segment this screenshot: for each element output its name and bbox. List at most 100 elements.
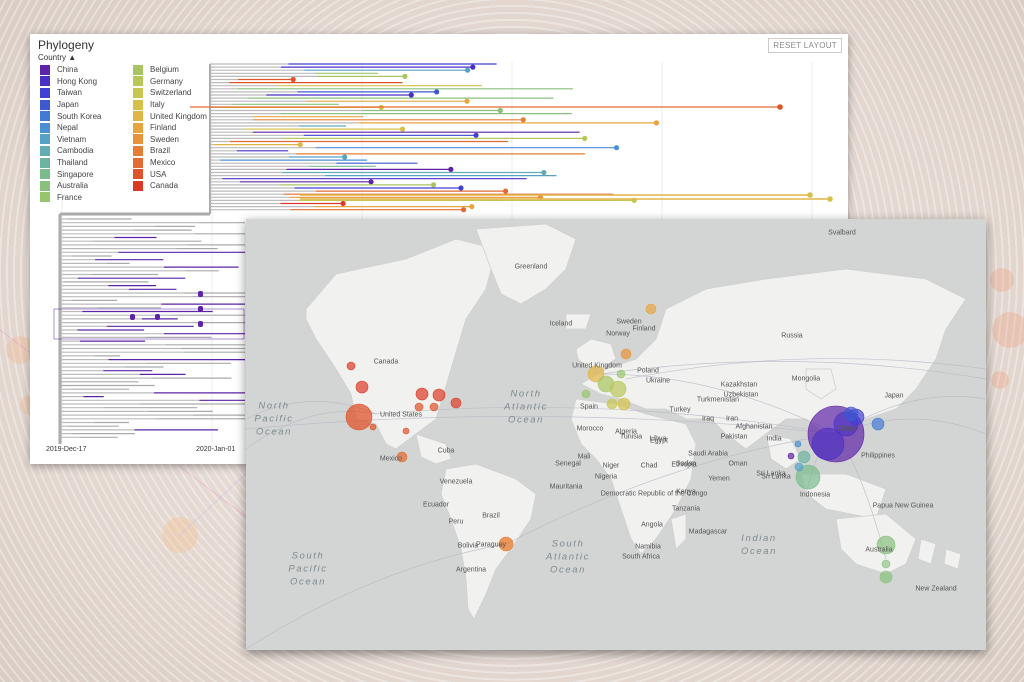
tip-node [297, 142, 303, 148]
map-label: Yemen [708, 475, 730, 483]
map-label: Sri Lanka [756, 470, 786, 478]
country-bubble [797, 450, 811, 464]
legend-swatch [40, 76, 50, 87]
tip-node [827, 196, 833, 202]
legend-item[interactable]: Germany [133, 76, 207, 88]
country-bubble [787, 452, 795, 460]
map-label: China [836, 425, 856, 433]
legend-swatch [40, 87, 50, 98]
legend-item[interactable]: South Korea [40, 110, 101, 122]
tip-node [470, 64, 476, 70]
legend-swatch [40, 180, 50, 191]
legend-swatch [133, 99, 143, 110]
map-label: Mali [577, 453, 591, 461]
legend-column-1: China Hong Kong Taiwan Japan South Korea Nepa… [40, 64, 101, 203]
legend-item[interactable]: Thailand [40, 157, 101, 169]
legend-item[interactable]: Nepal [40, 122, 101, 134]
tip-node [399, 126, 406, 132]
tip-node [473, 132, 479, 138]
legend-swatch [40, 169, 50, 180]
map-label: Iraq [701, 415, 715, 423]
map-label: Ethiopia [671, 461, 697, 469]
legend-label: China [57, 65, 78, 75]
legend-swatch [40, 157, 50, 168]
legend-item[interactable]: USA [133, 168, 207, 180]
legend-swatch [133, 134, 143, 145]
country-bubble [794, 462, 804, 472]
tip-node [520, 117, 526, 123]
legend-swatch [133, 111, 143, 122]
legend-item[interactable]: Hong Kong [40, 76, 101, 88]
reset-layout-button[interactable]: RESET LAYOUT [768, 38, 842, 53]
legend-label: Germany [150, 76, 183, 86]
country-bubble [355, 380, 369, 394]
tip-node [464, 98, 470, 104]
legend-item[interactable]: Finland [133, 122, 207, 134]
map-label: Afghanistan [735, 423, 773, 431]
tip-node [458, 185, 464, 191]
map-label: Angola [641, 521, 663, 529]
tip-node [582, 135, 588, 141]
legend-label: Cambodia [57, 146, 94, 156]
tip-node [502, 188, 509, 194]
legend-item[interactable]: France [40, 192, 101, 204]
color-by-toggle[interactable]: Country ▲ [38, 53, 76, 62]
legend-item[interactable]: Italy [133, 99, 207, 111]
legend-item[interactable]: Japan [40, 99, 101, 111]
country-bubble [617, 397, 631, 411]
ocean-label: South Pacific Ocean [288, 550, 328, 588]
map-label: Brazil [482, 512, 500, 520]
legend-swatch [133, 157, 143, 168]
country-bubble [871, 417, 885, 431]
map-panel[interactable]: Greenland Svalbard Iceland Canada United Sta… [246, 219, 986, 650]
legend-label: United Kingdom [150, 111, 207, 121]
country-bubble [609, 380, 627, 398]
map-label: Ecuador [422, 501, 450, 509]
country-bubble [369, 423, 377, 431]
legend-label: Mexico [150, 158, 176, 168]
map-label: Canada [373, 358, 399, 366]
country-bubble [606, 398, 618, 410]
map-label: Turkey [669, 406, 691, 414]
legend-item[interactable]: Belgium [133, 64, 207, 76]
map-label: Nigeria [594, 473, 618, 481]
color-by-label: Country [38, 53, 67, 62]
legend-item[interactable]: Canada [133, 180, 207, 192]
legend-item[interactable]: China [40, 64, 101, 76]
map-label: Morocco [576, 425, 604, 433]
legend-swatch [40, 122, 50, 133]
tip-node [434, 89, 440, 95]
legend-item[interactable]: United Kingdom [133, 110, 207, 122]
ocean-label: North Atlantic Ocean [504, 388, 548, 426]
legend-item[interactable]: Mexico [133, 157, 207, 169]
map-label: New Zealand [915, 585, 957, 593]
tip-node [807, 192, 813, 198]
legend-swatch [40, 64, 50, 75]
legend-label: France [57, 192, 82, 202]
map-label: Kazakhstan [720, 381, 758, 389]
country-bubble [620, 348, 632, 360]
legend-item[interactable]: Vietnam [40, 134, 101, 146]
legend-label: Canada [150, 181, 179, 191]
country-bubble [402, 427, 410, 435]
ocean-label: North Pacific Ocean [254, 400, 294, 438]
tip-node [469, 204, 475, 210]
legend-label: Singapore [57, 169, 94, 179]
legend-label: Finland [150, 123, 177, 133]
map-label: Australia [865, 546, 893, 554]
legend-item[interactable]: Brazil [133, 145, 207, 157]
legend-swatch [133, 76, 143, 87]
legend-item[interactable]: Switzerland [133, 87, 207, 99]
legend-item[interactable]: Singapore [40, 168, 101, 180]
country-bubble [414, 402, 424, 412]
map-label: Paraguay [476, 541, 506, 549]
map-label: Senegal [555, 460, 581, 468]
legend-item[interactable]: Australia [40, 180, 101, 192]
legend-item[interactable]: Sweden [133, 134, 207, 146]
legend-item[interactable]: Taiwan [40, 87, 101, 99]
legend-item[interactable]: Cambodia [40, 145, 101, 157]
legend-swatch [133, 122, 143, 133]
map-label: Poland [637, 367, 659, 375]
country-bubble [346, 361, 356, 371]
map-label: Tanzania [671, 505, 701, 513]
